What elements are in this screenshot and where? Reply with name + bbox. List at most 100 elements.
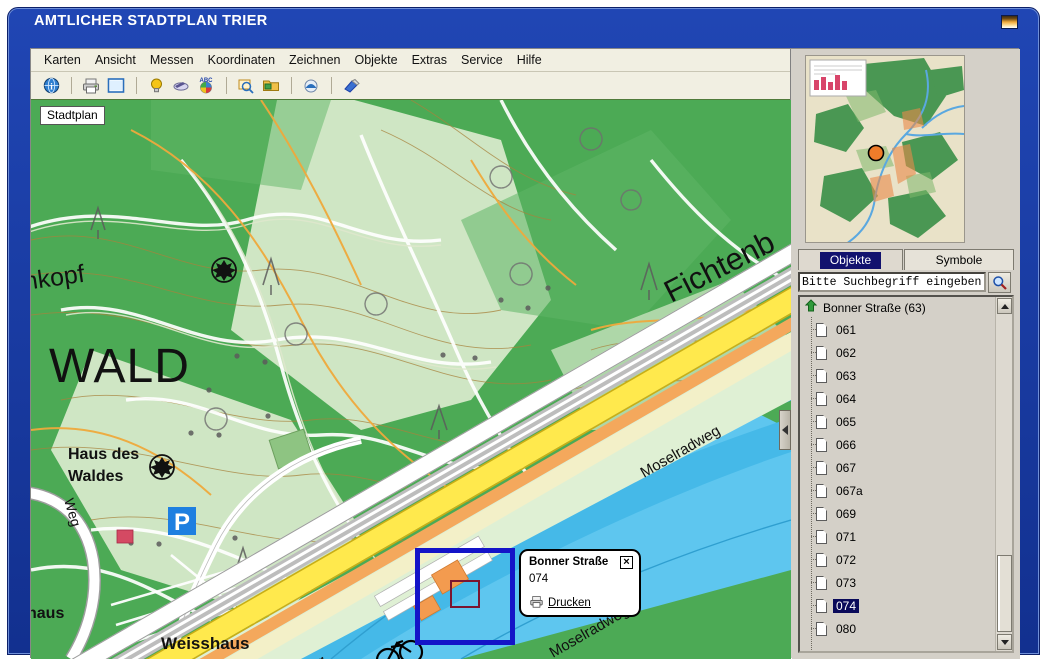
overview-map[interactable] — [805, 55, 965, 243]
close-icon[interactable]: × — [620, 556, 633, 569]
map-label-haus-partial: haus — [31, 605, 64, 622]
tree-scrollbar[interactable] — [995, 297, 1012, 651]
zoom-window-icon[interactable] — [234, 75, 258, 97]
side-pane: Objekte Symbole Bitte Suchbegriff eingeb… — [792, 49, 1020, 659]
map-layer-chip: Stadtplan — [40, 106, 105, 125]
window-title: AMTLICHER STADTPLAN TRIER — [34, 13, 268, 29]
document-icon — [816, 621, 827, 636]
menu-item-hilfe[interactable]: Hilfe — [510, 51, 549, 69]
tree-node-064[interactable]: 064 — [800, 387, 995, 410]
tree-node-label: 071 — [836, 529, 857, 544]
document-icon — [816, 368, 827, 383]
tree-node-062[interactable]: 062 — [800, 341, 995, 364]
menu-item-extras[interactable]: Extras — [405, 51, 454, 69]
mail-icon[interactable] — [299, 75, 323, 97]
tree-node-073[interactable]: 073 — [800, 571, 995, 594]
document-icon — [816, 322, 827, 337]
map-graphics: nkopf WALD Fichtenb Haus des Waldes Weg … — [31, 100, 791, 659]
document-icon — [816, 414, 827, 429]
document-icon — [816, 552, 827, 567]
tree-node-066[interactable]: 066 — [800, 433, 995, 456]
menu-item-ansicht[interactable]: Ansicht — [88, 51, 143, 69]
tree-node-label: 067 — [836, 460, 857, 475]
print-link[interactable]: Drucken — [548, 597, 591, 609]
tree-node-074[interactable]: 074 — [800, 594, 995, 617]
map-pane: Karten Ansicht Messen Koordinaten Zeichn… — [31, 49, 791, 659]
info-globe-icon[interactable]: i — [39, 75, 63, 97]
tree-node-label: 061 — [836, 322, 857, 337]
printer-icon[interactable] — [79, 75, 103, 97]
menu-item-koordinaten[interactable]: Koordinaten — [201, 51, 282, 69]
search-button[interactable] — [988, 271, 1011, 293]
tree-node-069[interactable]: 069 — [800, 502, 995, 525]
tab-objekte[interactable]: Objekte — [798, 249, 903, 270]
document-icon — [816, 460, 827, 475]
tree-node-072[interactable]: 072 — [800, 548, 995, 571]
toolbar-separator — [226, 77, 227, 94]
menu-item-objekte[interactable]: Objekte — [347, 51, 404, 69]
tree-node-080[interactable]: 080 — [800, 617, 995, 640]
abc-icon[interactable]: ABC — [194, 75, 218, 97]
minimize-button[interactable] — [1001, 15, 1018, 29]
tree-node-067a[interactable]: 067a — [800, 479, 995, 502]
svg-text:P: P — [174, 509, 190, 536]
map-label-wald: WALD — [49, 340, 190, 393]
tree-node-061[interactable]: 061 — [800, 318, 995, 341]
search-input[interactable] — [798, 272, 986, 292]
window-icon[interactable] — [104, 75, 128, 97]
tab-objekte-label: Objekte — [819, 251, 882, 269]
document-icon — [816, 483, 827, 498]
side-tabs: Objekte Symbole — [798, 249, 1014, 270]
lightbulb-icon[interactable] — [144, 75, 168, 97]
tree-node-label: 065 — [836, 414, 857, 429]
menu-bar: Karten Ansicht Messen Koordinaten Zeichn… — [31, 49, 790, 72]
tree-node-065[interactable]: 065 — [800, 410, 995, 433]
chevron-left-icon — [782, 425, 788, 435]
tree-node-067[interactable]: 067 — [800, 456, 995, 479]
popup-print-row[interactable]: Drucken — [529, 595, 591, 611]
map-info-popup: Bonner Straße × 074 Drucken — [519, 549, 641, 617]
parking-sign: P — [168, 507, 196, 536]
search-row — [798, 271, 1014, 293]
map-label-haus-des: Haus des — [68, 446, 139, 463]
tree-scroll-area: Bonner Straße (63) 061 062 063 064 065 0… — [800, 297, 995, 651]
tree-node-label: 067a — [836, 483, 863, 498]
tree-node-label: 073 — [836, 575, 857, 590]
tab-symbole[interactable]: Symbole — [904, 249, 1014, 270]
menu-item-karten[interactable]: Karten — [37, 51, 88, 69]
tree-node-063[interactable]: 063 — [800, 364, 995, 387]
document-icon — [816, 598, 827, 613]
popup-subtitle: 074 — [529, 573, 549, 585]
map-label-waldes: Waldes — [68, 468, 124, 485]
chevron-up-icon — [1000, 303, 1009, 309]
tree-node-label: 074 — [833, 598, 860, 613]
tab-symbole-label: Symbole — [935, 253, 983, 267]
menu-item-messen[interactable]: Messen — [143, 51, 201, 69]
map-canvas[interactable]: nkopf WALD Fichtenb Haus des Waldes Weg … — [31, 100, 791, 659]
panel-collapse-handle[interactable] — [779, 410, 791, 450]
menu-item-service[interactable]: Service — [454, 51, 510, 69]
scroll-down-button[interactable] — [997, 634, 1012, 650]
client-area: Karten Ansicht Messen Koordinaten Zeichn… — [30, 48, 1020, 659]
maple-leaf-marker-1 — [211, 257, 237, 283]
tree-node-label: 069 — [836, 506, 857, 521]
tree-root-node[interactable]: Bonner Straße (63) — [800, 297, 995, 318]
object-tree[interactable]: Bonner Straße (63) 061 062 063 064 065 0… — [798, 295, 1014, 653]
scroll-up-button[interactable] — [997, 298, 1012, 314]
document-icon — [816, 345, 827, 360]
overview-map-graphics — [806, 56, 964, 242]
overview-viewport-marker — [867, 144, 885, 162]
tree-node-071[interactable]: 071 — [800, 525, 995, 548]
menu-item-zeichnen[interactable]: Zeichnen — [282, 51, 347, 69]
chevron-down-icon — [1000, 639, 1009, 645]
tree-node-label: 080 — [836, 621, 857, 636]
folder-icon[interactable] — [259, 75, 283, 97]
pen-icon[interactable] — [169, 75, 193, 97]
selection-rectangle-inner — [450, 580, 480, 608]
scrollbar-thumb[interactable] — [997, 555, 1012, 632]
svg-text:ABC: ABC — [200, 78, 214, 84]
popup-title: Bonner Straße — [529, 556, 609, 568]
eraser-icon[interactable] — [339, 75, 363, 97]
document-icon — [816, 391, 827, 406]
document-icon — [816, 506, 827, 521]
